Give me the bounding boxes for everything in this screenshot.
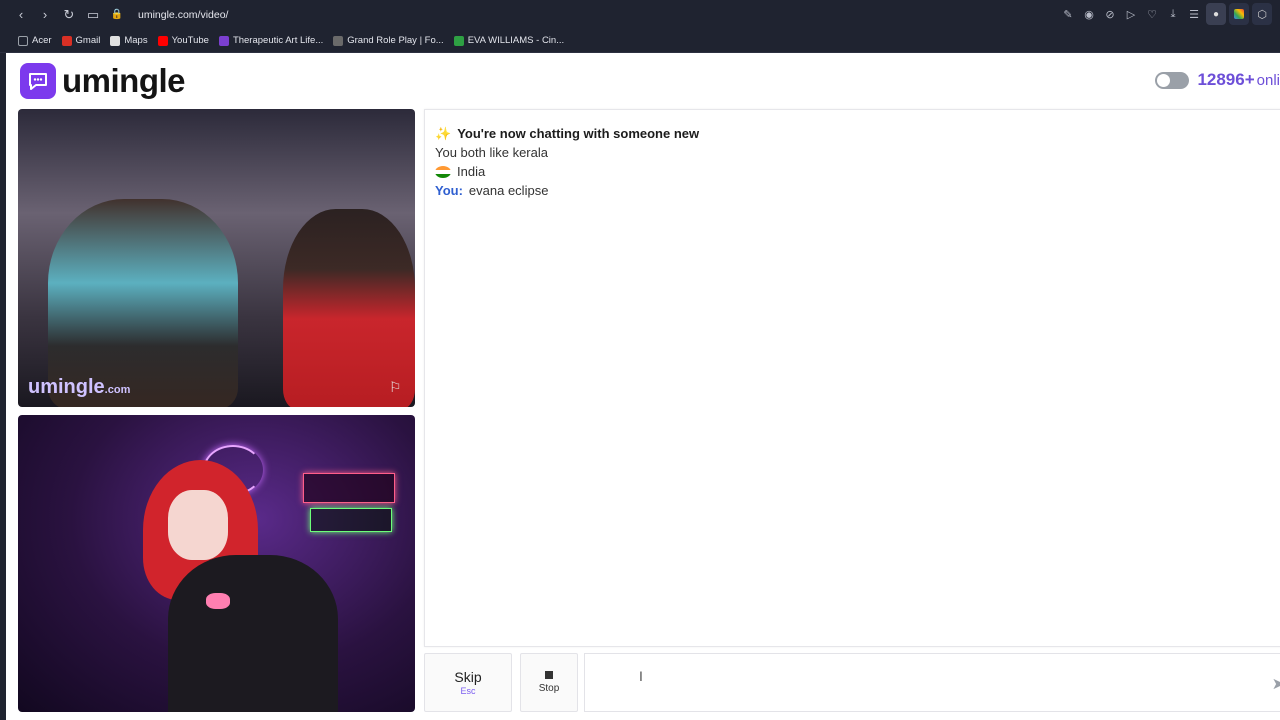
bookmark-grand-role-play[interactable]: Grand Role Play | Fo... bbox=[333, 35, 444, 46]
kick-sign bbox=[310, 508, 392, 532]
bookmark-youtube[interactable]: YouTube bbox=[157, 35, 209, 46]
tab-icon[interactable]: ▭ bbox=[82, 4, 104, 26]
speaker-you: You: bbox=[435, 183, 463, 198]
profile-icon[interactable]: ● bbox=[1206, 3, 1226, 25]
bookmarks-bar: Acer Gmail Maps YouTube Therapeutic Art … bbox=[0, 29, 1280, 53]
avatar-body bbox=[168, 555, 338, 712]
heart-icon[interactable]: ♡ bbox=[1143, 3, 1161, 25]
forward-icon[interactable]: › bbox=[34, 4, 56, 26]
online-status: 12896+ onli bbox=[1155, 70, 1280, 90]
chat-bubble-logo-icon[interactable] bbox=[20, 63, 56, 99]
extensions-puzzle-icon[interactable]: ⬡ bbox=[1252, 3, 1272, 25]
control-bar: Skip Esc Stop I ➤ bbox=[424, 653, 1280, 713]
stop-icon bbox=[545, 671, 553, 679]
shared-interest-message: You both like kerala bbox=[435, 145, 548, 160]
site-icon bbox=[218, 35, 229, 46]
bookmark-therapeutic-art[interactable]: Therapeutic Art Life... bbox=[218, 35, 323, 46]
gmail-icon bbox=[61, 35, 72, 46]
site-header: umingle bbox=[20, 61, 186, 101]
reload-icon[interactable]: ↻ bbox=[58, 4, 80, 26]
system-message: ✨ You're now chatting with someone new bbox=[435, 125, 700, 142]
person-right bbox=[283, 209, 415, 407]
text-cursor-icon: I bbox=[639, 668, 643, 684]
sparkles-icon: ✨ bbox=[435, 125, 452, 141]
online-label: onli bbox=[1256, 71, 1280, 89]
site-icon bbox=[453, 35, 464, 46]
site-icon bbox=[333, 35, 344, 46]
message-input[interactable]: I ➤ bbox=[584, 653, 1280, 712]
play-icon[interactable]: ▷ bbox=[1122, 3, 1140, 25]
browser-toolbar: ‹ › ↻ ▭ 🔒 umingle.com/video/ ✎ ◉ ⊘ ▷ ♡ ⤓… bbox=[0, 0, 1280, 29]
bookmark-acer[interactable]: Acer bbox=[18, 35, 52, 46]
stranger-video: umingle.com ⚐ bbox=[18, 109, 415, 407]
bookmark-gmail[interactable]: Gmail bbox=[61, 35, 100, 46]
bookmark-eva-williams[interactable]: EVA WILLIAMS - Cin... bbox=[453, 35, 564, 46]
lock-icon: 🔒 bbox=[110, 9, 124, 20]
umingle-watermark: umingle.com bbox=[28, 376, 131, 398]
chat-panel: ✨ You're now chatting with someone new Y… bbox=[424, 109, 1280, 647]
send-icon[interactable]: ➤ bbox=[1272, 674, 1280, 694]
bookmark-maps[interactable]: Maps bbox=[110, 35, 148, 46]
back-icon[interactable]: ‹ bbox=[10, 4, 32, 26]
menu-icon[interactable]: ☰ bbox=[1185, 3, 1203, 25]
download-icon[interactable]: ⤓ bbox=[1164, 3, 1182, 25]
avatar-face bbox=[168, 490, 228, 560]
online-count: 12896+ bbox=[1197, 70, 1255, 89]
page: umingle 12896+ onli umingle.com ⚐ ✨ You'… bbox=[0, 53, 1280, 720]
maps-icon bbox=[110, 35, 121, 46]
country-message: India bbox=[435, 162, 699, 181]
skip-shortcut: Esc bbox=[460, 686, 476, 696]
shield-icon[interactable]: ⊘ bbox=[1101, 3, 1119, 25]
avatar-heart bbox=[206, 593, 230, 609]
brand-name[interactable]: umingle bbox=[62, 62, 186, 100]
address-bar[interactable]: umingle.com/video/ bbox=[138, 9, 228, 21]
stop-button[interactable]: Stop bbox=[520, 653, 578, 712]
self-video bbox=[18, 415, 415, 712]
user-message: You: evana eclipse bbox=[435, 183, 549, 198]
report-flag-icon[interactable]: ⚐ bbox=[389, 379, 407, 397]
extension-icon[interactable] bbox=[1229, 3, 1249, 25]
skip-button[interactable]: Skip Esc bbox=[424, 653, 512, 712]
youtube-sign bbox=[303, 473, 395, 503]
folder-icon bbox=[18, 35, 28, 46]
camera-icon[interactable]: ◉ bbox=[1080, 3, 1098, 25]
india-flag-icon bbox=[435, 165, 451, 178]
theme-toggle[interactable] bbox=[1155, 71, 1190, 89]
edit-icon[interactable]: ✎ bbox=[1059, 3, 1077, 25]
chat-log: ✨ You're now chatting with someone new Y… bbox=[435, 124, 699, 200]
youtube-icon bbox=[157, 35, 168, 46]
